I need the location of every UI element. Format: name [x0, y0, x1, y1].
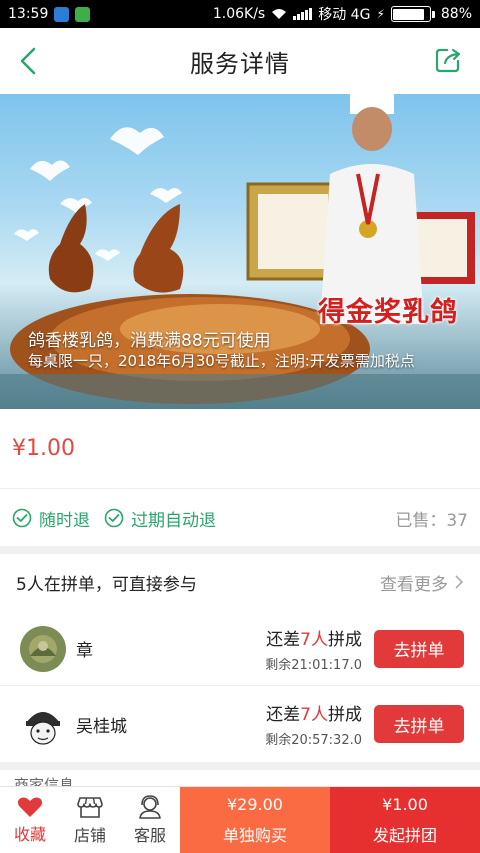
chevron-right-icon [455, 575, 464, 589]
group-buy-heading: 5人在拼单，可直接参与 [16, 574, 197, 595]
notification-wechat-icon [75, 6, 91, 22]
divider [0, 546, 480, 554]
avatar [20, 701, 66, 747]
join-group-button[interactable]: 去拼单 [374, 705, 464, 743]
remaining-time: 剩余21:01:17.0 [265, 657, 362, 673]
buy-solo-button[interactable]: ¥29.00 单独购买 [180, 787, 330, 853]
status-prefix: 还差 [266, 705, 301, 725]
favorite-label: 收藏 [13, 824, 46, 844]
guarantee-label: 过期自动退 [131, 510, 216, 531]
notification-app-icon [54, 6, 70, 22]
member-name: 吴桂城 [76, 716, 127, 737]
join-group-button[interactable]: 去拼单 [374, 629, 464, 668]
share-icon[interactable] [434, 46, 462, 74]
group-label: 发起拼团 [372, 825, 437, 845]
battery-icon [390, 6, 435, 22]
customer-service-icon [139, 794, 161, 819]
group-price: ¥1.00 [382, 794, 428, 814]
status-count: 7人 [300, 629, 328, 650]
view-more-link[interactable]: 查看更多 [380, 570, 464, 595]
charging-icon: ⚡ [376, 7, 385, 21]
start-group-buy-button[interactable]: ¥1.00 发起拼团 [330, 787, 480, 853]
bottom-action-bar: 收藏 店铺 客服 ¥29.00 单独购买 ¥1.00 发起拼团 [0, 786, 480, 853]
nav-header: 服务详情 [0, 28, 480, 94]
avatar [20, 625, 66, 672]
solo-label: 单独购买 [222, 825, 287, 845]
carrier-label: 移动 4G [318, 7, 371, 23]
guarantee-label: 随时退 [39, 510, 90, 531]
wifi-icon [272, 9, 287, 19]
store-icon [77, 796, 103, 818]
group-member-row: 吴桂城 还差7人拼成 剩余20:57:32.0 去拼单 [0, 687, 480, 761]
check-circle-icon [12, 508, 32, 528]
status-suffix: 拼成 [328, 705, 362, 725]
remaining-time: 剩余20:57:32.0 [265, 733, 362, 748]
solo-price: ¥29.00 [227, 794, 283, 814]
chevron-left-icon[interactable] [14, 44, 44, 78]
group-buy-header: 5人在拼单，可直接参与 查看更多 [0, 554, 480, 610]
signal-icon [293, 8, 313, 20]
member-status: 还差7人拼成 剩余21:01:17.0 [265, 625, 362, 673]
award-text: 得金奖乳鸽 [318, 297, 458, 328]
price: ¥1.00 [12, 436, 75, 461]
status-prefix: 还差 [266, 629, 301, 650]
product-banner[interactable]: 得金奖乳鸽 鸽香楼乳鸽，消费满88元可使用 每桌限一只，2018年6月30号截止… [0, 94, 480, 409]
battery-percent: 88% [440, 6, 472, 22]
status-bar: 13:59 1.06K/s 移动 4G ⚡ 88% [0, 0, 480, 28]
store-button[interactable]: 店铺 [60, 787, 120, 853]
guarantee-auto-refund: 过期自动退 [104, 506, 216, 531]
status-suffix: 拼成 [328, 629, 362, 650]
status-count: 7人 [300, 705, 328, 725]
favorite-button[interactable]: 收藏 [0, 787, 60, 853]
guarantee-refund-anytime: 随时退 [12, 506, 90, 531]
sold-count: 已售：37 [395, 510, 468, 531]
service-label: 客服 [133, 825, 166, 845]
banner-caption-note: 每桌限一只，2018年6月30号截止，注明:开发票需加税点 [28, 352, 415, 370]
status-time: 13:59 [8, 6, 49, 22]
member-name: 章 [76, 641, 93, 661]
view-more-label: 查看更多 [380, 574, 448, 595]
heart-icon [17, 796, 43, 817]
check-circle-icon [104, 508, 124, 528]
group-member-row: 章 还差7人拼成 剩余21:01:17.0 去拼单 [0, 612, 480, 686]
divider [0, 762, 480, 770]
guarantee-row: 随时退 过期自动退 已售：37 [0, 490, 480, 546]
member-status: 还差7人拼成 剩余20:57:32.0 [265, 700, 362, 748]
page-title: 服务详情 [190, 49, 290, 78]
customer-service-button[interactable]: 客服 [120, 787, 180, 853]
banner-caption-title: 鸽香楼乳鸽，消费满88元可使用 [28, 331, 271, 351]
network-speed: 1.06K/s [212, 6, 266, 22]
store-label: 店铺 [73, 825, 106, 845]
price-section: ¥1.00 [0, 409, 480, 489]
